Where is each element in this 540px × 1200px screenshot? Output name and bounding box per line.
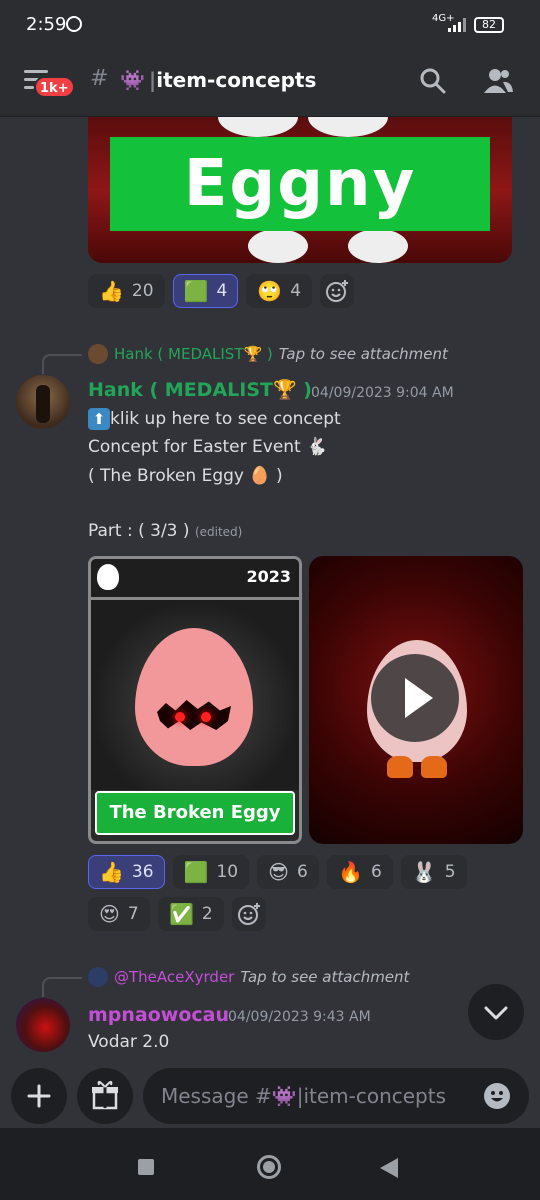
message-timestamp: 04/09/2023 9:43 AM [228, 1009, 371, 1025]
channel-emoji: 👾 [120, 68, 145, 92]
hank-avatar[interactable] [16, 375, 70, 429]
card-header: 2023 [91, 559, 299, 600]
emoji-picker-icon[interactable] [483, 1082, 511, 1110]
card-egg-art [91, 600, 299, 790]
add-reaction-icon [326, 280, 349, 302]
battery-icon: 82 [474, 17, 504, 33]
signal-icon [448, 18, 470, 32]
eggny-image[interactable]: Eggny [88, 117, 512, 263]
reaction-heart-eyes[interactable]: 😍 7 [88, 897, 150, 931]
card-year: 2023 [246, 567, 291, 586]
hank-reactions: 👍 36 🟩 10 😎 6 🔥 6 🐰 5 😍 7 ✅ 2 [88, 855, 508, 931]
notification-badge: 1k+ [34, 76, 75, 98]
edited-label: (edited) [194, 525, 243, 539]
up-arrow-icon: ⬆ [88, 408, 110, 430]
egg-icon [97, 564, 119, 590]
eggny-banner-text: Eggny [110, 137, 490, 231]
add-reaction-button[interactable] [320, 274, 355, 308]
reply-avatar [88, 344, 108, 364]
channel-title[interactable]: 👾 |item-concepts [120, 68, 316, 92]
whatsapp-icon [66, 16, 82, 32]
play-icon[interactable] [371, 654, 459, 742]
reply-avatar [88, 967, 108, 987]
status-bar: 2:59 4G+ 82 [0, 0, 540, 52]
search-icon[interactable] [418, 66, 448, 96]
reply-action: Tap to see attachment [240, 968, 410, 986]
members-icon[interactable] [482, 66, 514, 96]
gift-icon [92, 1081, 118, 1110]
message-placeholder: Message #👾|item-concepts [161, 1084, 447, 1108]
reply-preview[interactable]: @TheAceXyrder Tap to see attachment [88, 967, 409, 987]
reaction-sunglasses[interactable]: 😎 6 [257, 855, 320, 889]
reaction-eye-roll[interactable]: 🙄 4 [246, 274, 313, 308]
channel-header: 1k+ # 👾 |item-concepts [0, 52, 540, 117]
message-text-line-3: ( The Broken Eggy 🥚 ) [88, 466, 283, 486]
attach-button[interactable] [11, 1068, 67, 1124]
status-time: 2:59 [26, 14, 67, 35]
message-author[interactable]: Hank ( MEDALIST🏆 ) [88, 378, 312, 401]
message-text-line-2: Concept for Easter Event 🐇 [88, 437, 328, 457]
reply-action: Tap to see attachment [278, 345, 448, 363]
eggny-reactions: 👍 20 🟩 4 🙄 4 [88, 274, 355, 308]
broken-eggy-card-image[interactable]: 2023 The Broken Eggy [88, 556, 302, 844]
reply-connector [42, 977, 82, 997]
plus-icon [27, 1084, 51, 1108]
locked-channel-icon: # [90, 66, 109, 91]
reaction-thumbs-up[interactable]: 👍 36 [88, 855, 165, 889]
message-text-line-4: Part : ( 3/3 ) (edited) [88, 521, 243, 541]
reaction-thumbs-up[interactable]: 👍 20 [88, 274, 165, 308]
reply-preview[interactable]: Hank ( MEDALIST🏆 ) Tap to see attachment [88, 344, 448, 364]
broken-eggy-video[interactable] [309, 556, 523, 844]
card-label: The Broken Eggy [95, 791, 295, 835]
message-author[interactable]: mpnaowocau [88, 1004, 229, 1026]
recents-icon[interactable] [138, 1159, 154, 1175]
message-input[interactable]: Message #👾|item-concepts [143, 1068, 529, 1124]
gift-button[interactable] [77, 1068, 133, 1124]
reaction-green-block[interactable]: 🟩 10 [172, 855, 250, 889]
message-list[interactable]: Eggny 👍 20 🟩 4 🙄 4 Hank ( MEDALIST🏆 ) Tap t… [0, 117, 540, 1065]
chevron-down-icon [484, 1006, 508, 1020]
reply-author: @TheAceXyrder [114, 968, 235, 986]
system-nav-bar [0, 1128, 540, 1200]
add-reaction-button[interactable] [231, 897, 266, 931]
reply-connector [42, 354, 82, 374]
back-icon[interactable] [380, 1158, 398, 1178]
channel-name: item-concepts [156, 68, 317, 92]
reply-author: Hank ( MEDALIST🏆 ) [114, 345, 273, 363]
reaction-rabbit[interactable]: 🐰 5 [400, 855, 467, 889]
home-icon[interactable] [257, 1155, 281, 1179]
jump-to-bottom-button[interactable] [468, 984, 524, 1040]
reaction-fire[interactable]: 🔥 6 [327, 855, 393, 889]
mpnaowocau-avatar[interactable] [16, 998, 70, 1052]
message-timestamp: 04/09/2023 9:04 AM [311, 385, 454, 401]
message-text-line-1: ⬆ klik up here to see concept [88, 408, 341, 430]
broken-egg [135, 628, 253, 766]
reaction-check-mark[interactable]: ✅ 2 [158, 897, 224, 931]
message-text: Vodar 2.0 [88, 1032, 170, 1052]
add-reaction-icon [237, 903, 260, 925]
reaction-green-block[interactable]: 🟩 4 [172, 274, 239, 308]
